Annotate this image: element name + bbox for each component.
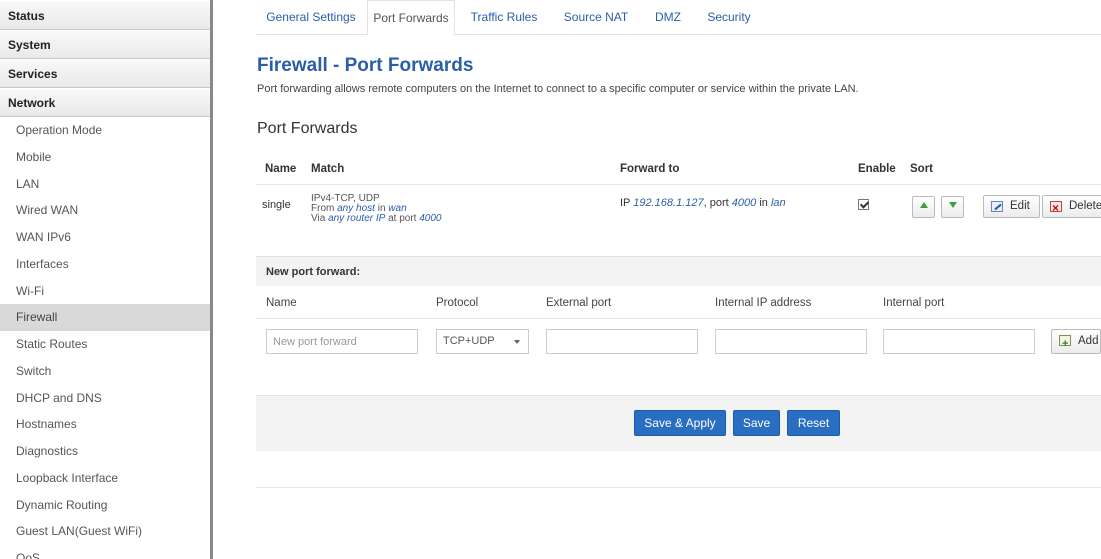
section-title: Port Forwards — [257, 120, 358, 137]
sidebar-item-guest-lan[interactable]: Guest LAN(Guest WiFi) — [0, 518, 210, 545]
page-title: Firewall - Port Forwards — [257, 55, 474, 76]
sidebar-item-dynamic-routing[interactable]: Dynamic Routing — [0, 492, 210, 519]
sidebar-item-mobile[interactable]: Mobile — [0, 144, 210, 171]
tab-port-forwards[interactable]: Port Forwards — [367, 0, 455, 36]
sidebar-item-firewall[interactable]: Firewall — [0, 304, 210, 331]
page-description: Port forwarding allows remote computers … — [257, 83, 859, 95]
new-col-protocol: Protocol — [436, 297, 479, 309]
forward-zone-link[interactable]: lan — [771, 197, 786, 209]
col-header-enable: Enable — [858, 163, 896, 175]
tab-source-nat[interactable]: Source NAT — [561, 0, 631, 35]
sidebar-item-wired-wan[interactable]: Wired WAN — [0, 197, 210, 224]
protocol-select[interactable]: TCP+UDP — [436, 329, 529, 354]
internal-ip-input[interactable] — [715, 329, 867, 354]
save-button[interactable]: Save — [733, 410, 780, 436]
sidebar-category-network[interactable]: Network — [0, 88, 210, 117]
new-forward-title: New port forward: — [266, 266, 361, 278]
add-button[interactable]: Add — [1051, 329, 1101, 356]
protocol-value: TCP+UDP — [443, 335, 495, 347]
sidebar-item-operation-mode[interactable]: Operation Mode — [0, 117, 210, 144]
delete-button[interactable]: Delete — [1042, 195, 1101, 219]
sidebar-item-wifi[interactable]: Wi-Fi — [0, 278, 210, 305]
move-up-button[interactable] — [912, 196, 935, 218]
enable-checkbox[interactable] — [858, 199, 869, 210]
new-forward-name-input[interactable] — [266, 329, 418, 354]
col-header-sort: Sort — [910, 163, 933, 175]
main-content: General Settings Port Forwards Traffic R… — [256, 0, 1101, 559]
arrow-down-icon — [949, 202, 957, 208]
divider — [256, 318, 1101, 319]
reset-button[interactable]: Reset — [787, 410, 840, 436]
new-col-internal-port: Internal port — [883, 297, 945, 309]
col-header-name: Name — [265, 163, 297, 175]
text: , port — [703, 197, 729, 209]
sidebar: Status System Services Network Operation… — [0, 0, 213, 559]
new-col-external-port: External port — [546, 297, 612, 309]
rule-forward-to: IP 192.168.1.127, port 4000 in lan — [620, 197, 786, 209]
sidebar-item-interfaces[interactable]: Interfaces — [0, 251, 210, 278]
forward-port-link[interactable]: 4000 — [732, 197, 756, 209]
rule-via-ip-link[interactable]: any router IP — [328, 213, 385, 224]
sidebar-category-system[interactable]: System — [0, 30, 210, 59]
sidebar-item-loopback[interactable]: Loopback Interface — [0, 465, 210, 492]
external-port-input[interactable] — [546, 329, 698, 354]
tab-bar: General Settings Port Forwards Traffic R… — [256, 0, 1101, 36]
tab-traffic-rules[interactable]: Traffic Rules — [467, 0, 541, 35]
tab-general-settings[interactable]: General Settings — [256, 0, 366, 35]
sidebar-item-wan-ipv6[interactable]: WAN IPv6 — [0, 224, 210, 251]
sidebar-item-diagnostics[interactable]: Diagnostics — [0, 438, 210, 465]
rule-match-via: Via any router IP at port 4000 — [311, 214, 442, 224]
text: Via — [311, 213, 326, 224]
rule-name: single — [262, 199, 291, 211]
arrow-up-icon — [920, 202, 928, 208]
delete-icon — [1050, 198, 1062, 219]
new-forward-header: New port forward: — [256, 256, 1101, 286]
text: at port — [388, 213, 417, 224]
sidebar-item-hostnames[interactable]: Hostnames — [0, 411, 210, 438]
new-col-name: Name — [266, 297, 297, 309]
sidebar-item-switch[interactable]: Switch — [0, 358, 210, 385]
rule-port-link[interactable]: 4000 — [419, 213, 441, 224]
new-col-internal-ip: Internal IP address — [715, 297, 812, 309]
sidebar-category-status[interactable]: Status — [0, 0, 210, 30]
add-icon — [1059, 333, 1071, 356]
edit-button[interactable]: Edit — [983, 195, 1040, 218]
delete-label: Delete — [1069, 200, 1101, 212]
sidebar-item-qos[interactable]: QoS — [0, 545, 210, 559]
move-down-button[interactable] — [941, 196, 964, 218]
edit-label: Edit — [1010, 200, 1030, 212]
forward-ip-link[interactable]: 192.168.1.127 — [633, 197, 703, 209]
sidebar-item-static-routes[interactable]: Static Routes — [0, 331, 210, 358]
save-apply-button[interactable]: Save & Apply — [634, 410, 726, 436]
internal-port-input[interactable] — [883, 329, 1035, 354]
tab-security[interactable]: Security — [704, 0, 754, 35]
divider — [256, 184, 1101, 185]
col-header-forward-to: Forward to — [620, 163, 680, 175]
chevron-down-icon — [514, 340, 520, 344]
text: in — [759, 197, 768, 209]
edit-icon — [991, 201, 1003, 212]
divider — [256, 487, 1101, 488]
tab-dmz[interactable]: DMZ — [650, 0, 686, 35]
add-label: Add — [1078, 335, 1099, 347]
text: IP — [620, 197, 631, 209]
sidebar-item-lan[interactable]: LAN — [0, 171, 210, 198]
sidebar-category-services[interactable]: Services — [0, 59, 210, 88]
sidebar-item-dhcp-dns[interactable]: DHCP and DNS — [0, 385, 210, 412]
col-header-match: Match — [311, 163, 345, 175]
rule-match: IPv4-TCP, UDP From any host in wan Via a… — [311, 194, 442, 224]
